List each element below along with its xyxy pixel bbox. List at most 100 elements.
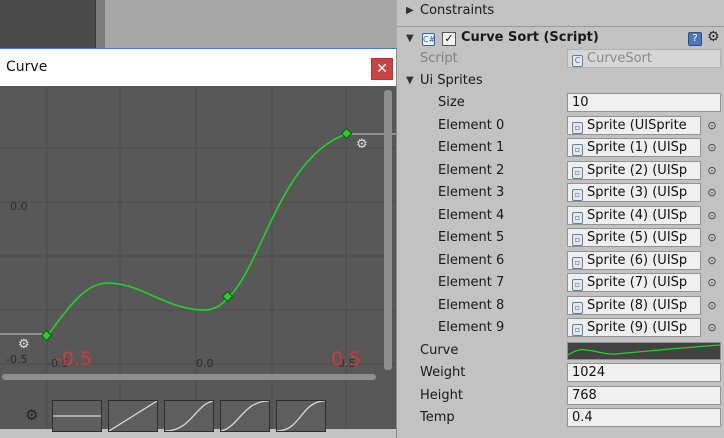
expand-arrow-icon[interactable]: ▶ — [406, 5, 414, 16]
weight-label: Weight — [420, 365, 466, 380]
object-field[interactable]: ▫ Sprite (8) (UISp — [567, 296, 701, 315]
collapse-arrow-icon[interactable]: ▼ — [406, 75, 414, 86]
ui-sprites-header[interactable]: ▼ Ui Sprites — [397, 70, 724, 92]
curve-graph-area[interactable]: 0.0 -0.5 -0.5 0.0 0.5 -0.5 0.5 ⚙ ⚙ — [0, 86, 396, 429]
curve-preview — [567, 344, 721, 356]
object-field[interactable]: ▫ Sprite (2) (UISp — [567, 161, 701, 180]
sprite-object-icon: ▫ — [572, 234, 583, 246]
curve-window-titlebar[interactable]: Curve ✕ — [0, 48, 396, 86]
background-scrollbar[interactable] — [95, 0, 105, 48]
object-picker-icon[interactable]: ⊙ — [705, 254, 719, 268]
object-picker-icon[interactable]: ⊙ — [705, 321, 719, 335]
list-item: Element 8 ▫ Sprite (8) (UISp ⊙ — [397, 295, 724, 317]
curve-label: Curve — [420, 343, 459, 358]
height-label: Height — [420, 388, 463, 403]
weight-field[interactable]: 1024 — [567, 363, 721, 382]
background-dark-panel — [0, 0, 95, 48]
sprite-object-icon: ▫ — [572, 302, 583, 314]
script-icon: C# — [422, 33, 436, 46]
list-item: Element 6 ▫ Sprite (6) (UISp ⊙ — [397, 250, 724, 272]
curve-window-title: Curve — [6, 59, 48, 75]
graph-vertical-scrollbar — [384, 90, 392, 370]
axis-label-y-0: 0.0 — [10, 200, 28, 213]
list-item: Element 3 ▫ Sprite (3) (UISp ⊙ — [397, 182, 724, 204]
object-field[interactable]: ▫ Sprite (1) (UISp — [567, 138, 701, 157]
curve-row: Curve — [397, 340, 724, 362]
component-title: Curve Sort (Script) — [461, 30, 599, 45]
object-field[interactable]: ▫ Sprite (3) (UISp — [567, 183, 701, 202]
object-picker-icon[interactable]: ⊙ — [705, 119, 719, 133]
object-field-value: Sprite (3) (UISp — [587, 185, 688, 200]
sprite-object-icon: ▫ — [572, 189, 583, 201]
object-field-value: Sprite (8) (UISp — [587, 298, 688, 313]
script-label: Script — [420, 51, 458, 66]
curve-editor-window: Curve ✕ 0.0 -0.5 -0.5 0.0 0.5 -0.5 0.5 ⚙… — [0, 48, 397, 438]
object-field[interactable]: ▫ Sprite (9) (UISp — [567, 318, 701, 337]
object-field[interactable]: ▫ Sprite (6) (UISp — [567, 251, 701, 270]
weight-row: Weight 1024 — [397, 362, 724, 384]
ui-sprites-label: Ui Sprites — [420, 73, 483, 88]
axis-label-y-neg: -0.5 — [6, 353, 27, 366]
curve-key — [221, 290, 234, 303]
list-item: Element 4 ▫ Sprite (4) (UISp ⊙ — [397, 205, 724, 227]
element-label: Element 3 — [438, 185, 505, 200]
object-picker-icon[interactable]: ⊙ — [705, 276, 719, 290]
size-field[interactable]: 10 — [567, 93, 721, 112]
help-icon[interactable]: ? — [688, 32, 702, 46]
curve-graph[interactable]: 0.0 -0.5 -0.5 0.0 0.5 -0.5 0.5 ⚙ ⚙ — [0, 86, 396, 429]
preset-linear[interactable] — [108, 400, 158, 432]
object-field-value: Sprite (6) (UISp — [587, 253, 688, 268]
preset-ease-out[interactable] — [220, 400, 270, 432]
object-picker-icon[interactable]: ⊙ — [705, 141, 719, 155]
range-label-min: -0.5 — [55, 348, 92, 370]
element-label: Element 0 — [438, 118, 505, 133]
preset-ease-in-out[interactable] — [276, 400, 326, 432]
temp-field[interactable]: 0.4 — [567, 408, 721, 427]
list-item: Element 2 ▫ Sprite (2) (UISp ⊙ — [397, 160, 724, 182]
sprite-object-icon: ▫ — [572, 324, 583, 336]
object-field[interactable]: ▫ Sprite (UISprite — [567, 116, 701, 135]
component-header[interactable]: ▼ C# ✓ Curve Sort (Script) ? ⚙ — [397, 26, 724, 50]
element-label: Element 9 — [438, 320, 505, 335]
object-picker-icon[interactable]: ⊙ — [705, 299, 719, 313]
element-label: Element 4 — [438, 208, 505, 223]
preset-ease-in[interactable] — [164, 400, 214, 432]
preset-constant[interactable] — [52, 400, 102, 432]
list-item: Element 9 ▫ Sprite (9) (UISp ⊙ — [397, 317, 724, 339]
temp-label: Temp — [420, 410, 455, 425]
object-field[interactable]: ▫ Sprite (5) (UISp — [567, 228, 701, 247]
list-item: Element 1 ▫ Sprite (1) (UISp ⊙ — [397, 137, 724, 159]
size-label: Size — [438, 95, 465, 110]
object-picker-icon[interactable]: ⊙ — [705, 164, 719, 178]
object-picker-icon[interactable]: ⊙ — [705, 231, 719, 245]
object-picker-icon[interactable]: ⊙ — [705, 186, 719, 200]
gear-icon: ⚙ — [18, 337, 30, 352]
constraints-header[interactable]: ▶ Constraints — [397, 0, 724, 22]
element-label: Element 1 — [438, 140, 505, 155]
axis-label-x-0: 0.0 — [196, 357, 214, 370]
gear-icon: ⚙ — [356, 137, 368, 152]
object-field-value: Sprite (1) (UISp — [587, 140, 688, 155]
object-field[interactable]: ▫ Sprite (4) (UISp — [567, 206, 701, 225]
gear-icon[interactable]: ⚙ — [25, 406, 38, 424]
object-field-value: Sprite (UISprite — [587, 118, 687, 133]
curve-field[interactable] — [567, 342, 721, 360]
element-label: Element 7 — [438, 275, 505, 290]
background-editor — [0, 0, 397, 48]
script-field: C CurveSort — [567, 49, 721, 68]
script-file-icon: C — [572, 55, 583, 67]
close-icon[interactable]: ✕ — [371, 58, 393, 80]
sprite-object-icon: ▫ — [572, 122, 583, 134]
list-item: Element 0 ▫ Sprite (UISprite ⊙ — [397, 115, 724, 137]
object-field-value: Sprite (4) (UISp — [587, 208, 688, 223]
object-picker-icon[interactable]: ⊙ — [705, 209, 719, 223]
gear-icon[interactable]: ⚙ — [707, 29, 720, 45]
constraints-label: Constraints — [420, 3, 495, 18]
script-row: Script C CurveSort — [397, 48, 724, 70]
object-field[interactable]: ▫ Sprite (7) (UISp — [567, 273, 701, 292]
collapse-arrow-icon[interactable]: ▼ — [406, 33, 414, 44]
height-field[interactable]: 768 — [567, 386, 721, 405]
component-enabled-checkbox[interactable]: ✓ — [442, 32, 456, 46]
height-row: Height 768 — [397, 385, 724, 407]
object-field-value: Sprite (7) (UISp — [587, 275, 688, 290]
